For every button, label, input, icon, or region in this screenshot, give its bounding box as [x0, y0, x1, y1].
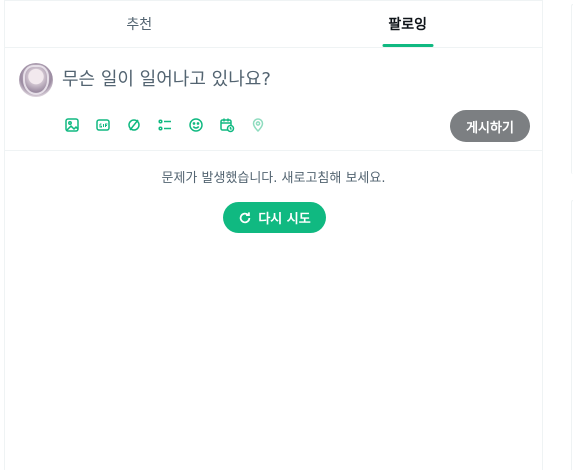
- error-state: 문제가 발생했습니다. 새로고침해 보세요. 다시 시도: [5, 151, 542, 233]
- avatar[interactable]: [19, 63, 53, 97]
- error-message: 문제가 발생했습니다. 새로고침해 보세요.: [161, 171, 386, 186]
- retry-label: 다시 시도: [258, 212, 311, 227]
- compose-input[interactable]: 무슨 일이 일어나고 있나요?: [62, 65, 271, 91]
- location-icon[interactable]: [248, 115, 268, 135]
- refresh-icon: [240, 211, 251, 223]
- post-composer: 무슨 일이 일어나고 있나요? 게시하기: [5, 48, 542, 151]
- tab-recommended[interactable]: 추천: [5, 1, 274, 47]
- post-button[interactable]: 게시하기: [450, 110, 530, 142]
- timeline-tabs: 추천 팔로잉: [5, 1, 542, 48]
- poll-icon[interactable]: [155, 115, 175, 135]
- tab-recommended-label: 추천: [126, 17, 153, 33]
- grok-icon[interactable]: [124, 115, 144, 135]
- timeline-column: 추천 팔로잉 무슨 일이 일어나고 있나요? 게시하기 문제가 발생했습니다. …: [4, 0, 543, 470]
- active-tab-indicator: [382, 44, 434, 47]
- schedule-icon[interactable]: [217, 115, 237, 135]
- gif-icon[interactable]: [93, 115, 113, 135]
- composer-toolbar: [62, 115, 268, 135]
- image-icon[interactable]: [62, 115, 82, 135]
- tab-following-label: 팔로잉: [388, 17, 428, 33]
- avatar-image: [23, 65, 49, 95]
- retry-button[interactable]: 다시 시도: [223, 202, 326, 233]
- emoji-icon[interactable]: [186, 115, 206, 135]
- tab-following[interactable]: 팔로잉: [274, 1, 543, 47]
